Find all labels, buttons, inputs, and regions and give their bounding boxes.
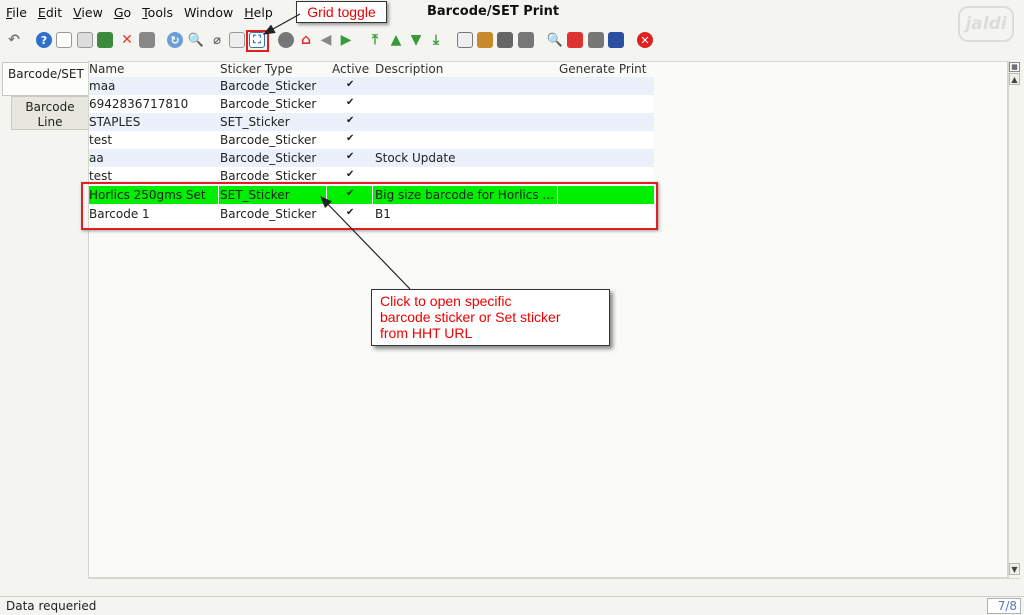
next-record-icon[interactable]: ▼ [408,32,424,48]
window-icon[interactable] [608,32,624,48]
rows-highlight-box [81,182,658,230]
first-record-icon[interactable]: ⤒ [367,32,383,48]
history-icon[interactable] [278,32,294,48]
home-icon[interactable]: ⌂ [298,32,314,48]
attachment-icon[interactable]: ⌀ [209,32,225,48]
grid-toggle-callout: Grid toggle [296,1,387,23]
zoom-across-icon[interactable]: 🔍 [547,32,563,48]
active-checkbox[interactable]: ✔ [346,97,358,108]
menu-file[interactable]: File [6,5,27,20]
archive-icon[interactable] [477,32,493,48]
record-count[interactable]: 7/8 [987,598,1021,614]
column-header-active[interactable]: Active [332,62,369,76]
scroll-down-icon[interactable]: ▼ [1009,563,1020,575]
status-bar: Data requeried 7/8 [0,596,1024,615]
cell-name: test [89,169,113,183]
cell-description: Stock Update [375,151,456,165]
table-row[interactable]: STAPLES SET_Sticker ✔ [89,113,654,131]
workflow-icon[interactable] [567,32,583,48]
status-message: Data requeried [6,599,97,613]
tab-barcode-line[interactable]: Barcode Line [11,96,88,130]
table-row[interactable]: maa Barcode_Sticker ✔ [89,77,654,95]
chat-icon[interactable] [229,32,245,48]
column-header-generate-print[interactable]: Generate Print [559,62,646,76]
delete-selection-icon[interactable] [139,32,155,48]
refresh-icon[interactable]: ↻ [167,32,183,48]
menu-view[interactable]: View [73,5,103,20]
cell-name: STAPLES [89,115,141,129]
hint-line: from HHT URL [380,325,473,341]
hint-callout: Click to open specific barcode sticker o… [371,289,610,346]
menu-window[interactable]: Window [184,5,233,20]
copy-record-icon[interactable] [77,32,93,48]
cell-name: test [89,133,113,147]
menu-edit[interactable]: Edit [38,5,62,20]
back-icon[interactable]: ◀ [318,32,334,48]
cell-name: 6942836717810 [89,97,189,111]
cell-sticker-type: Barcode_Sticker [220,133,317,147]
menu-go[interactable]: Go [114,5,131,20]
new-record-icon[interactable] [56,32,72,48]
forward-icon[interactable]: ▶ [338,32,354,48]
menu-tools[interactable]: Tools [142,5,173,20]
print-icon[interactable] [518,32,534,48]
menu-help[interactable]: Help [244,5,273,20]
help-icon[interactable]: ? [36,32,52,48]
save-icon[interactable] [97,32,113,48]
find-icon[interactable]: 🔍 [188,32,204,48]
column-header-sticker-type[interactable]: Sticker Type [220,62,292,76]
cell-sticker-type: Barcode_Sticker [220,169,317,183]
vertical-scrollbar[interactable] [1008,61,1020,578]
column-header-name[interactable]: Name [89,62,124,76]
cell-sticker-type: Barcode_Sticker [220,151,317,165]
scroll-up-icon[interactable]: ▲ [1009,73,1020,85]
window-title: Barcode/SET Print [427,4,560,19]
tab-barcode-set[interactable]: Barcode/SET [2,62,88,96]
hint-line: Click to open specific [380,293,512,309]
grid-layout-toggle-icon[interactable]: ▦ [1009,62,1020,72]
cell-sticker-type: SET_Sticker [220,115,290,129]
table-row[interactable]: test Barcode_Sticker ✔ [89,131,654,149]
cell-name: aa [89,151,104,165]
process-icon[interactable] [588,32,604,48]
close-icon[interactable]: ✕ [637,32,653,48]
toolbar: ↶ ? ✕ ↻ 🔍 ⌀ ⛶ ⌂ ◀ ▶ ⤒ ▲ ▼ ⤓ 🔍 ✕ [0,28,950,54]
brand-logo: jaldi [958,6,1014,42]
last-record-icon[interactable]: ⤓ [428,32,444,48]
hint-line: barcode sticker or Set sticker [380,309,561,325]
active-checkbox[interactable]: ✔ [346,151,358,162]
table-row[interactable]: aa Barcode_Sticker ✔ Stock Update [89,149,654,167]
cell-sticker-type: Barcode_Sticker [220,97,317,111]
active-checkbox[interactable]: ✔ [346,115,358,126]
active-checkbox[interactable]: ✔ [346,79,358,90]
active-checkbox[interactable]: ✔ [346,133,358,144]
column-header-description[interactable]: Description [375,62,443,76]
cell-name: maa [89,79,116,93]
undo-icon[interactable]: ↶ [6,32,22,48]
delete-icon[interactable]: ✕ [119,32,135,48]
table-row[interactable]: 6942836717810 Barcode_Sticker ✔ [89,95,654,113]
previous-record-icon[interactable]: ▲ [388,32,404,48]
cell-sticker-type: Barcode_Sticker [220,79,317,93]
grid-toggle-highlight-box [246,30,269,52]
report-icon[interactable] [457,32,473,48]
grid-bottom-border [88,578,1020,579]
active-checkbox[interactable]: ✔ [346,169,358,180]
print-preview-icon[interactable] [497,32,513,48]
